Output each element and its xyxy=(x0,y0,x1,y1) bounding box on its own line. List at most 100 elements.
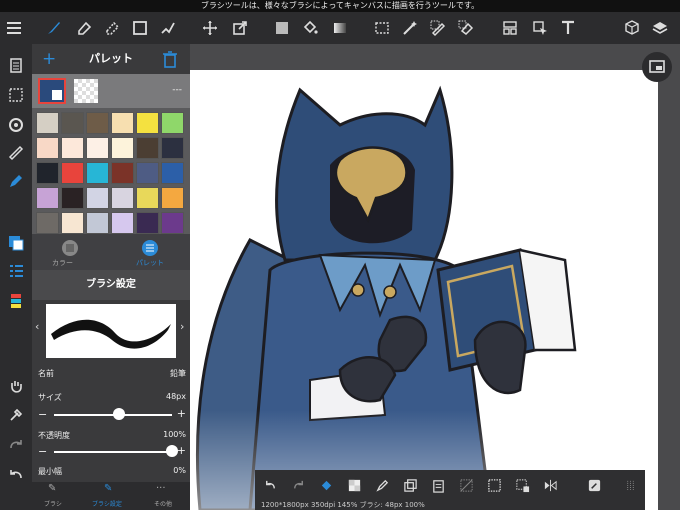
text-tool-icon[interactable] xyxy=(554,12,582,44)
frame-divide-icon[interactable] xyxy=(496,12,524,44)
palette-swatch[interactable] xyxy=(36,187,59,209)
move-tool-icon[interactable] xyxy=(196,12,224,44)
palette-swatch[interactable] xyxy=(136,162,159,184)
palette-swatch[interactable] xyxy=(61,212,84,234)
magic-wand-icon[interactable] xyxy=(396,12,424,44)
prev-brush-icon[interactable]: ‹ xyxy=(35,320,39,333)
palette-swatch[interactable] xyxy=(111,137,134,159)
eyedropper-icon[interactable] xyxy=(0,402,32,428)
color-wheel-icon[interactable] xyxy=(60,238,80,258)
tab-brush-settings[interactable]: ブラシ設定 xyxy=(92,499,122,508)
drawing-canvas[interactable] xyxy=(190,70,658,510)
select-transform-icon[interactable] xyxy=(509,470,535,500)
brush-settings-tab-icon[interactable]: ✎ xyxy=(104,483,112,494)
palette-swatch[interactable] xyxy=(61,187,84,209)
tab-palette[interactable]: パレット xyxy=(136,258,164,268)
soft-eraser-icon[interactable] xyxy=(98,12,126,44)
tab-other[interactable]: その他 xyxy=(154,499,172,508)
brush-stroke-preview xyxy=(46,304,176,358)
color-panel-icon[interactable] xyxy=(0,230,32,256)
palette-swatch[interactable] xyxy=(136,187,159,209)
gradient-icon[interactable] xyxy=(326,12,354,44)
palette-swatch[interactable] xyxy=(36,162,59,184)
pages-icon[interactable] xyxy=(0,52,32,78)
palette-swatch[interactable] xyxy=(111,187,134,209)
next-brush-icon[interactable]: › xyxy=(180,320,184,333)
hand-icon[interactable] xyxy=(0,374,32,400)
palette-swatch[interactable] xyxy=(111,212,134,234)
bucket-icon[interactable] xyxy=(296,12,324,44)
color-set-icon[interactable] xyxy=(0,288,32,314)
brush-tab-icon[interactable]: ✎ xyxy=(48,483,56,494)
select-pen-icon[interactable] xyxy=(424,12,452,44)
materials-icon[interactable] xyxy=(618,12,646,44)
size-plus-icon[interactable]: + xyxy=(177,407,186,420)
palette-swatch[interactable] xyxy=(36,137,59,159)
palette-swatch[interactable] xyxy=(161,137,184,159)
palette-swatch[interactable] xyxy=(136,212,159,234)
copy-icon[interactable] xyxy=(397,470,423,500)
fill-color-icon[interactable] xyxy=(268,12,296,44)
redo-bottom-icon[interactable] xyxy=(285,470,311,500)
palette-swatch[interactable] xyxy=(36,212,59,234)
palette-swatch[interactable] xyxy=(86,112,109,134)
pen-icon[interactable] xyxy=(0,168,32,194)
palette-swatch[interactable] xyxy=(86,212,109,234)
palette-swatch[interactable] xyxy=(161,187,184,209)
brush-tool-icon[interactable] xyxy=(40,12,68,44)
paste-icon[interactable] xyxy=(425,470,451,500)
palette-swatch[interactable] xyxy=(161,162,184,184)
palette-swatch[interactable] xyxy=(111,162,134,184)
bottom-toolbar xyxy=(255,470,645,500)
toolbar-more-icon[interactable] xyxy=(617,470,643,500)
object-select-icon[interactable] xyxy=(526,12,554,44)
palette-swatch[interactable] xyxy=(61,162,84,184)
palette-swatch[interactable] xyxy=(111,112,134,134)
size-slider-knob[interactable] xyxy=(112,408,125,420)
rotate-icon[interactable] xyxy=(0,112,32,138)
more-icon[interactable]: ··· xyxy=(156,483,166,494)
palette-swatch[interactable] xyxy=(86,187,109,209)
brush-list-icon[interactable] xyxy=(0,258,32,284)
undo-bottom-icon[interactable] xyxy=(257,470,283,500)
size-minus-icon[interactable]: − xyxy=(38,408,47,421)
palette-swatch[interactable] xyxy=(86,137,109,159)
palette-grid-icon[interactable] xyxy=(140,238,160,258)
palette-swatch[interactable] xyxy=(61,137,84,159)
select-all-icon[interactable] xyxy=(481,470,507,500)
menu-icon[interactable] xyxy=(0,12,28,44)
layers-icon[interactable] xyxy=(646,12,674,44)
deselect-icon[interactable] xyxy=(453,470,479,500)
tab-color[interactable]: カラー xyxy=(52,258,73,268)
opacity-slider-track[interactable] xyxy=(54,451,172,453)
ruler-icon[interactable] xyxy=(0,140,32,166)
transparent-swatch[interactable] xyxy=(74,79,98,103)
shape-tool-icon[interactable] xyxy=(126,12,154,44)
edit-selection-icon[interactable] xyxy=(581,470,607,500)
select-rect-icon[interactable] xyxy=(368,12,396,44)
undo-icon[interactable] xyxy=(0,462,32,488)
palette-swatch[interactable] xyxy=(36,112,59,134)
clear-layer-icon[interactable] xyxy=(341,470,367,500)
palette-tabs: カラー パレット xyxy=(32,234,190,270)
palette-swatch[interactable] xyxy=(136,112,159,134)
selected-color-swatch[interactable] xyxy=(38,78,66,104)
pen-ruler-icon[interactable] xyxy=(154,12,182,44)
navigator-button[interactable] xyxy=(642,52,672,82)
palette-swatch[interactable] xyxy=(61,112,84,134)
redo-icon[interactable] xyxy=(0,432,32,458)
eraser-tool-icon[interactable] xyxy=(70,12,98,44)
pen-bottom-icon[interactable] xyxy=(369,470,395,500)
transform-icon[interactable] xyxy=(226,12,254,44)
flip-horizontal-icon[interactable] xyxy=(537,470,563,500)
select-eraser-icon[interactable] xyxy=(452,12,480,44)
tab-brush[interactable]: ブラシ xyxy=(44,499,62,508)
fill-selection-icon[interactable] xyxy=(313,470,339,500)
palette-swatch[interactable] xyxy=(86,162,109,184)
palette-swatch[interactable] xyxy=(161,112,184,134)
selection-icon[interactable] xyxy=(0,82,32,108)
opacity-minus-icon[interactable]: − xyxy=(38,445,47,458)
opacity-plus-icon[interactable]: + xyxy=(177,444,186,457)
palette-swatch[interactable] xyxy=(136,137,159,159)
palette-swatch[interactable] xyxy=(161,212,184,234)
